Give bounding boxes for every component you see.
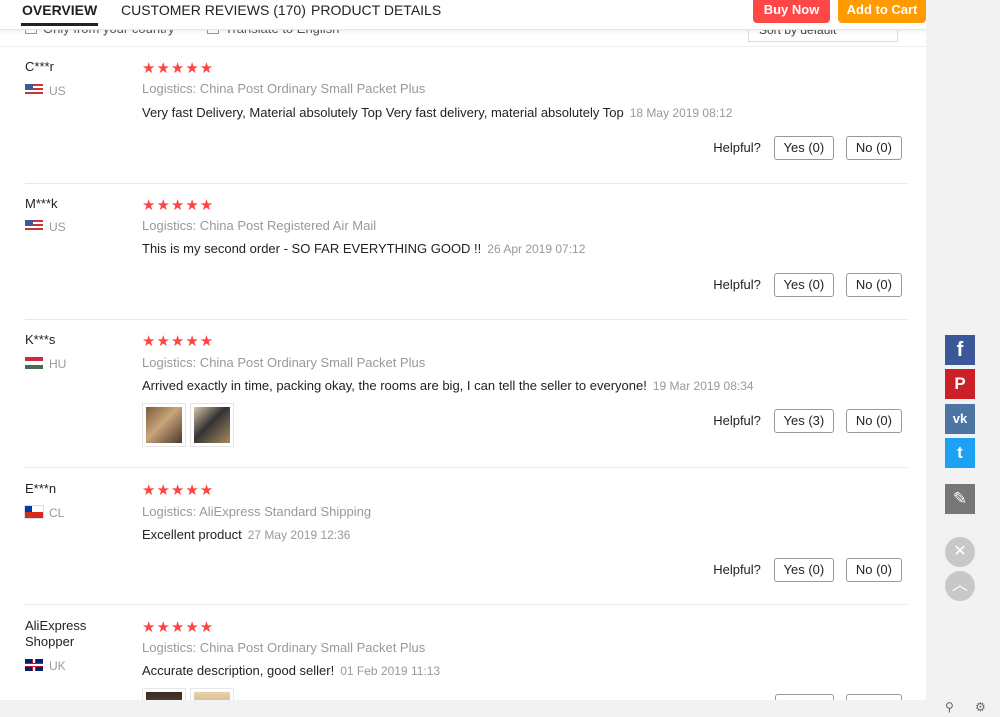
tab-customer-reviews[interactable]: CUSTOMER REVIEWS (170)	[121, 2, 306, 18]
tab-overview[interactable]: OVERVIEW	[20, 2, 99, 26]
reviewer-country: HU	[25, 357, 66, 371]
review-item: E***n CL ★★★★★ Logistics: AliExpress Sta…	[24, 481, 907, 605]
tab-product-details[interactable]: PRODUCT DETAILS	[311, 2, 441, 18]
review-date: 27 May 2019 12:36	[247, 528, 351, 542]
helpful-vote: Helpful? Yes (0) No (0)	[713, 558, 902, 582]
us-flag-icon	[25, 220, 43, 232]
star-rating: ★★★★★	[142, 619, 215, 636]
helpful-label: Helpful?	[713, 562, 761, 577]
cl-flag-icon	[24, 505, 44, 519]
review-photo[interactable]	[142, 403, 186, 447]
review-photo[interactable]	[190, 403, 234, 447]
helpful-vote	[772, 694, 902, 700]
twitter-share-icon[interactable]: t	[945, 438, 975, 468]
review-photos	[142, 688, 238, 700]
vk-share-icon[interactable]: vk	[945, 404, 975, 434]
pin-icon[interactable]: ⚲	[945, 700, 954, 714]
helpful-no-button[interactable]: No (0)	[845, 273, 902, 297]
helpful-yes-button[interactable]: Yes (3)	[773, 409, 835, 433]
review-photo[interactable]	[190, 688, 234, 700]
review-item: C***r US ★★★★★ Logistics: China Post Ord…	[25, 59, 907, 184]
star-rating: ★★★★★	[142, 197, 215, 214]
helpful-yes-button[interactable]: Yes (0)	[773, 273, 835, 297]
review-item: M***k US ★★★★★ Logistics: China Post Reg…	[25, 196, 907, 320]
logistics-info: Logistics: AliExpress Standard Shipping	[142, 504, 372, 519]
review-text: Excellent product 27 May 2019 12:36	[142, 527, 351, 542]
logistics-info: Logistics: China Post Ordinary Small Pac…	[142, 355, 426, 370]
pinterest-share-icon[interactable]: P	[945, 369, 975, 399]
helpful-no-button[interactable]	[846, 694, 902, 700]
uk-flag-icon	[25, 659, 43, 671]
helpful-vote: Helpful? Yes (3) No (0)	[713, 409, 902, 433]
product-tab-bar: OVERVIEW CUSTOMER REVIEWS (170) PRODUCT …	[0, 0, 926, 30]
review-date: 01 Feb 2019 11:13	[340, 664, 441, 678]
review-item: K***s HU ★★★★★ Logistics: China Post Ord…	[25, 332, 907, 468]
reviewer-country: CL	[24, 505, 64, 520]
review-photos	[142, 403, 238, 452]
logistics-info: Logistics: China Post Ordinary Small Pac…	[142, 81, 426, 96]
helpful-label: Helpful?	[713, 140, 761, 155]
review-text: Arrived exactly in time, packing okay, t…	[142, 378, 754, 393]
us-flag-icon	[25, 84, 43, 96]
helpful-no-button[interactable]: No (0)	[845, 409, 902, 433]
logistics-info: Logistics: China Post Ordinary Small Pac…	[142, 640, 426, 655]
helpful-no-button[interactable]: No (0)	[845, 558, 902, 582]
review-text: Accurate description, good seller! 01 Feb…	[142, 663, 441, 678]
close-icon[interactable]: ✕	[945, 537, 975, 567]
star-rating: ★★★★★	[142, 482, 215, 499]
review-text: Very fast Delivery, Material absolutely …	[142, 105, 733, 120]
reviewer-name: M***k	[25, 196, 58, 211]
review-date: 19 Mar 2019 08:34	[652, 379, 754, 393]
reviews-page: Only from your country Translate to Engl…	[0, 0, 926, 700]
reviewer-name: AliExpress Shopper	[25, 618, 87, 649]
helpful-vote: Helpful? Yes (0) No (0)	[713, 136, 902, 160]
reviewer-country: US	[25, 84, 66, 98]
helpful-yes-button[interactable]: Yes (0)	[773, 558, 835, 582]
review-photo[interactable]	[142, 688, 186, 700]
helpful-label: Helpful?	[713, 413, 761, 428]
helpful-label: Helpful?	[713, 277, 761, 292]
add-to-cart-button[interactable]: Add to Cart	[838, 0, 926, 23]
review-date: 26 Apr 2019 07:12	[487, 242, 586, 256]
reviewer-name: C***r	[25, 59, 54, 74]
helpful-yes-button[interactable]: Yes (0)	[773, 136, 835, 160]
settings-icon[interactable]: ⚙	[975, 700, 986, 714]
review-date: 18 May 2019 08:12	[629, 106, 733, 120]
helpful-no-button[interactable]: No (0)	[845, 136, 902, 160]
review-text: This is my second order - SO FAR EVERYTH…	[142, 241, 586, 256]
review-item: AliExpress Shopper UK ★★★★★ Logistics: C…	[25, 618, 907, 700]
reviewer-name: E***n	[25, 481, 57, 496]
reviewer-name: K***s	[25, 332, 56, 347]
reviewer-country: UK	[25, 659, 66, 673]
facebook-share-icon[interactable]: f	[945, 335, 975, 365]
helpful-vote: Helpful? Yes (0) No (0)	[713, 273, 902, 297]
star-rating: ★★★★★	[142, 333, 215, 350]
helpful-yes-button[interactable]	[775, 694, 835, 700]
reviewer-country: US	[25, 220, 66, 234]
hu-flag-icon	[25, 357, 43, 369]
star-rating: ★★★★★	[142, 60, 215, 77]
buy-now-button[interactable]: Buy Now	[753, 0, 830, 23]
logistics-info: Logistics: China Post Registered Air Mai…	[142, 218, 377, 233]
edit-icon[interactable]: ✎	[945, 484, 975, 514]
back-to-top-icon[interactable]: ︿	[945, 571, 975, 601]
